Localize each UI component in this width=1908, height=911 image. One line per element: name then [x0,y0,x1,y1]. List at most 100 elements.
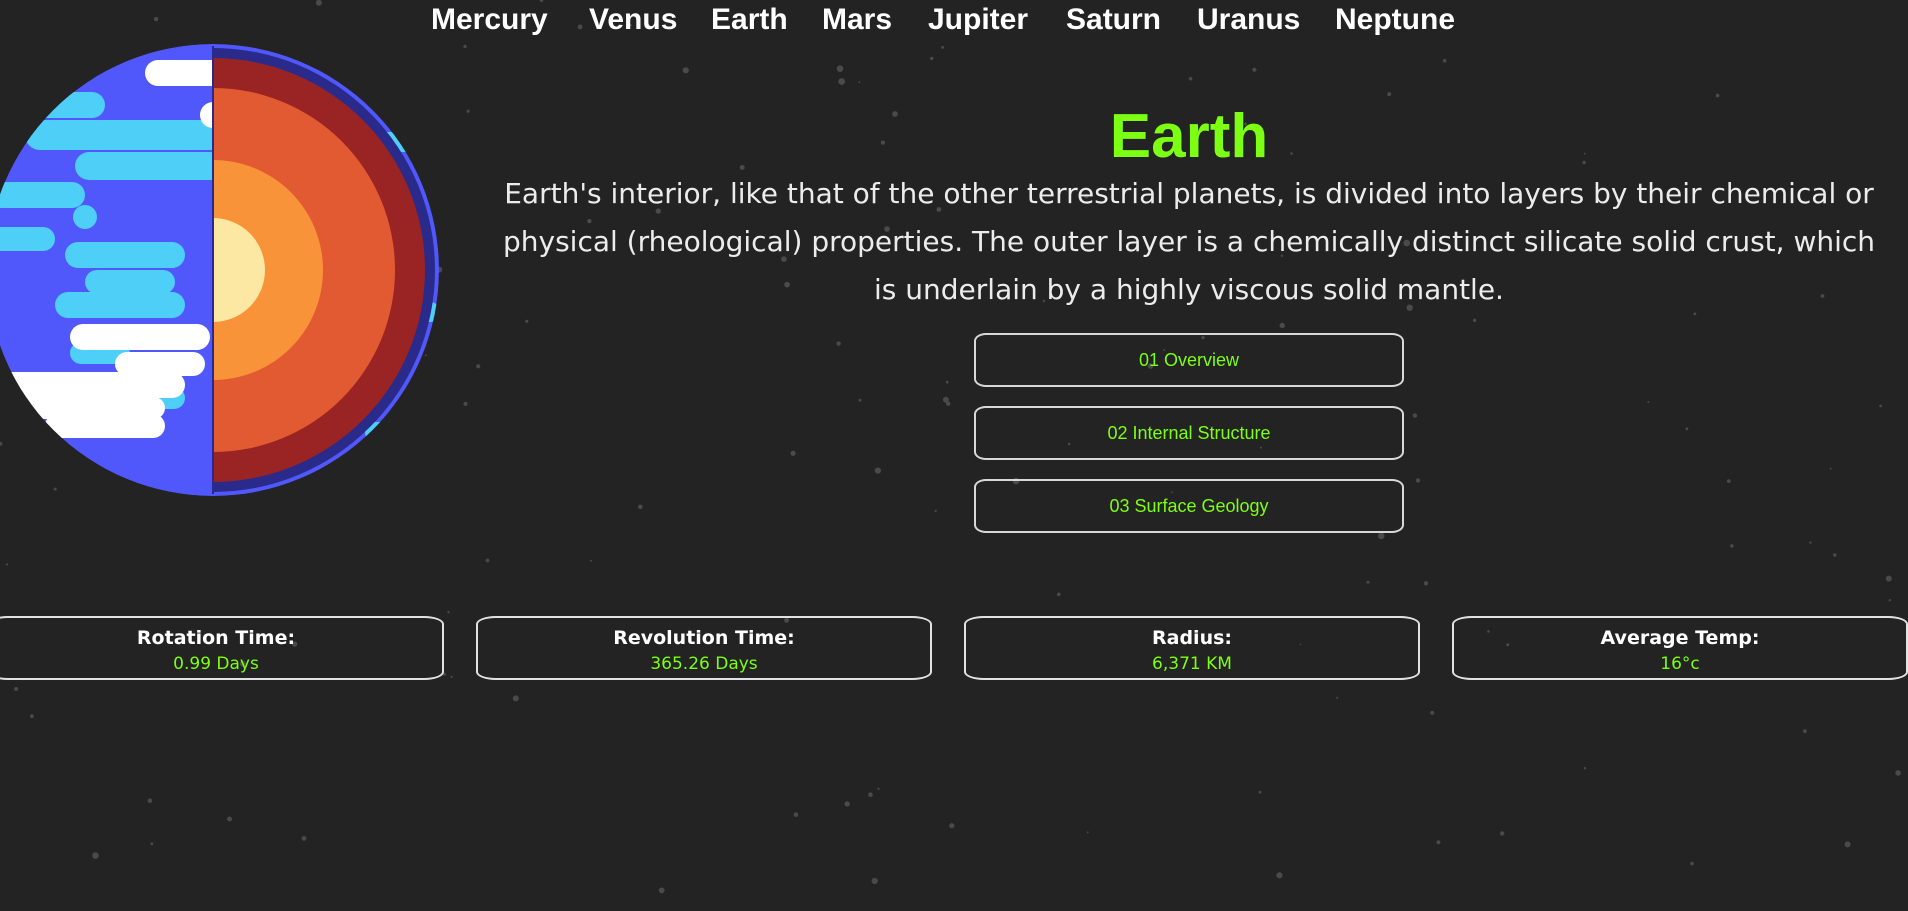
planet-title: Earth [1109,101,1269,171]
star-dot [946,401,951,406]
star-dot [1423,581,1429,586]
star-dot [1412,413,1418,418]
star-dot [1387,92,1392,97]
star-dot [934,509,937,512]
nav-item-saturn[interactable]: Saturn [1066,3,1161,37]
star-dot [30,714,34,719]
star-dot [1276,872,1283,879]
stat-value: 16°c [1660,654,1700,674]
star-dot [227,816,232,822]
star-dot [1188,76,1193,81]
star-dot [1430,710,1435,715]
star-dot [1415,478,1421,483]
planet-image [0,42,441,498]
star-dot [512,695,519,702]
nav-item-jupiter[interactable]: Jupiter [928,3,1028,37]
star-dot [844,801,850,807]
star-dot [1833,553,1837,557]
star-dot [868,792,873,797]
star-dot [6,563,9,566]
star-dot [949,823,955,829]
nav-item-mercury[interactable]: Mercury [431,3,548,37]
star-dot [92,852,99,859]
star-dot [485,558,490,563]
star-dot [836,341,841,346]
stat-card-average-temp: Average Temp: 16°c [1452,616,1908,680]
star-dot [1647,401,1650,403]
star-dot [638,504,643,510]
star-dot [466,109,470,113]
star-dot [836,65,844,72]
star-dot [1829,467,1832,470]
nav-item-mars[interactable]: Mars [822,3,892,37]
star-dot [1888,599,1892,602]
star-dot [150,842,154,846]
stat-card-revolution-time: Revolution Time: 365.26 Days [476,616,932,680]
star-dot [790,450,796,456]
star-dot [450,675,453,679]
nav-item-neptune[interactable]: Neptune [1335,3,1455,37]
stat-card-radius: Radius: 6,371 KM [964,616,1420,680]
tab-overview[interactable]: 01 Overview [974,333,1404,387]
star-dot [1366,580,1370,584]
stat-label: Rotation Time: [136,627,296,649]
star-dot [793,812,799,817]
star-dot [14,687,19,691]
star-dot [1057,592,1061,597]
stat-label: Revolution Time: [613,627,795,649]
star-dot [930,56,934,61]
star-dot [476,364,481,369]
star-dot [1086,831,1089,834]
star-dot [1279,322,1285,329]
star-dot [1436,840,1441,845]
stat-value: 6,371 KM [1152,654,1232,674]
star-dot [877,787,880,790]
star-dot [590,559,593,562]
star-dot [301,836,307,841]
planet-description: Earth's interior, like that of the other… [502,177,1876,306]
star-dot [858,81,861,84]
planet-nav: Mercury Venus Earth Mars Jupiter Saturn … [0,0,1908,46]
nav-item-earth[interactable]: Earth [711,3,788,37]
nav-item-venus[interactable]: Venus [589,3,677,37]
star-dot [1690,861,1694,866]
star-dot [1442,58,1447,63]
star-dot [1844,841,1851,848]
star-dot [871,877,878,885]
star-dot [525,319,529,323]
star-dot [1730,544,1734,548]
star-dot [1336,696,1339,699]
star-dot [1258,790,1262,794]
star-dot [874,467,882,474]
star-dot [682,67,689,74]
star-dot [658,887,665,894]
star-dot [1472,318,1477,323]
earth-internal-structure-icon [0,44,439,496]
stat-value: 365.26 Days [650,654,758,674]
star-dot [945,380,949,384]
star-dot [1378,532,1385,540]
star-dot [1685,427,1689,431]
star-dot [1252,67,1257,72]
stat-card-rotation-time: Rotation Time: 0.99 Days [0,616,444,680]
star-dot [147,798,153,803]
star-dot [1879,404,1882,408]
stat-value: 0.99 Days [173,654,259,674]
star-dot [1583,767,1587,770]
star-dot [838,78,846,85]
star-dot [1885,575,1892,582]
star-dot [463,401,468,406]
tab-internal-structure[interactable]: 02 Internal Structure [974,406,1404,460]
tab-surface-geology[interactable]: 03 Surface Geology [974,479,1404,533]
stat-label: Average Temp: [1600,627,1760,649]
nav-item-uranus[interactable]: Uranus [1197,3,1300,37]
star-dot [447,611,450,614]
star-dot [1726,479,1731,483]
star-dot [1715,93,1720,98]
star-dot [1809,541,1812,544]
star-dot [1500,831,1505,836]
stat-label: Radius: [1152,627,1232,649]
star-dot [1895,770,1901,776]
star-dot [1803,729,1807,734]
star-dot [941,45,945,49]
